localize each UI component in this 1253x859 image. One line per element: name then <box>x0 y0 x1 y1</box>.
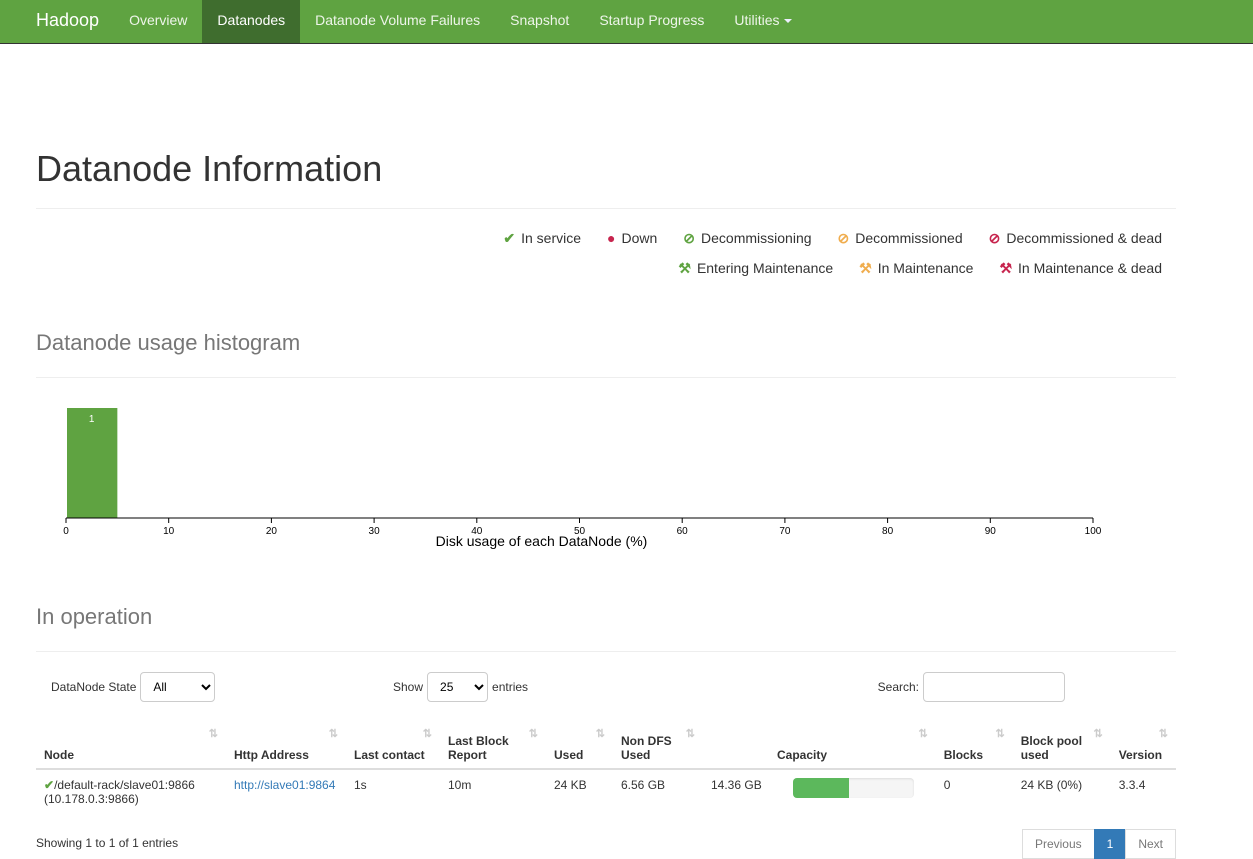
legend-item: ✔ In service <box>503 230 581 247</box>
ban-icon: ⊘ <box>837 230 850 246</box>
legend-label: Decommissioned & dead <box>1006 230 1162 246</box>
node-cell: ✔/default-rack/slave01:9866 (10.178.0.3:9… <box>44 778 195 806</box>
used: 24 KB <box>554 778 587 792</box>
page-length-select[interactable]: 25 <box>427 672 489 702</box>
check-icon: ✔ <box>503 230 516 246</box>
non-dfs-used: 6.56 GB <box>621 778 666 792</box>
state-label: DataNode State <box>51 680 137 694</box>
sort-icon: ⇅ <box>528 728 538 740</box>
divider <box>36 208 1176 209</box>
col-last-block-report[interactable]: Last Block Report ⇅ <box>440 721 546 770</box>
operation-heading: In operation <box>36 604 153 629</box>
wrench-icon: ⚒ <box>859 260 872 276</box>
nav-startup-progress[interactable]: Startup Progress <box>584 0 719 43</box>
entries-label: entries <box>492 680 529 694</box>
legend-label: In Maintenance <box>877 260 974 276</box>
block-pool-used: 24 KB (0%) <box>1020 778 1083 792</box>
sort-icon: ⇅ <box>208 728 218 740</box>
search-label: Search: <box>877 680 919 694</box>
http-address-link[interactable]: http://slave01:9864 <box>234 778 335 792</box>
capacity-bar-cell <box>785 769 936 814</box>
x-tick-label: 10 <box>163 526 175 537</box>
blocks: 0 <box>943 778 951 792</box>
nav-utilities[interactable]: Utilities <box>719 0 806 43</box>
x-tick-label: 100 <box>1085 526 1102 537</box>
divider <box>36 651 1176 652</box>
state-select[interactable]: All <box>140 672 216 702</box>
table-info: Showing 1 to 1 of 1 entries <box>36 836 179 850</box>
brand[interactable]: Hadoop <box>21 0 114 43</box>
ban-icon: ⊘ <box>988 230 1001 246</box>
legend-item: ⊘ Decommissioned <box>838 230 963 247</box>
col-blocks[interactable]: Blocks ⇅ <box>935 721 1013 770</box>
ban-icon: ⊘ <box>683 230 696 246</box>
table-row: ✔/default-rack/slave01:9866 (10.178.0.3:9… <box>36 769 1176 814</box>
x-tick-label: 0 <box>63 526 69 537</box>
show-label: Show <box>393 680 424 694</box>
exclamation-circle-icon: ● <box>607 230 616 246</box>
capacity: 14.36 GB <box>711 778 762 792</box>
legend-item: ⚒ In Maintenance & dead <box>999 260 1162 277</box>
col-last-contact[interactable]: Last contact ⇅ <box>346 721 440 770</box>
sort-icon: ⇅ <box>328 728 338 740</box>
col-capacity[interactable]: Capacity ⇅ <box>703 721 936 770</box>
legend-label: In Maintenance & dead <box>1018 260 1162 276</box>
legend-item: ⊘ Decommissioned & dead <box>989 230 1162 247</box>
col-non-dfs-used[interactable]: Non DFS Used ⇅ <box>613 721 703 770</box>
x-tick-label: 20 <box>266 526 278 537</box>
legend-item: ● Down <box>607 230 657 247</box>
nav-utilities-label: Utilities <box>734 12 780 28</box>
sort-icon: ⇅ <box>1158 728 1168 740</box>
legend-item: ⚒ Entering Maintenance <box>678 260 833 277</box>
col-block-pool-used[interactable]: Block pool used ⇅ <box>1012 721 1111 770</box>
legend-label: Down <box>621 230 658 246</box>
x-tick-label: 30 <box>369 526 381 537</box>
last-block-report: 10m <box>448 778 472 792</box>
sort-icon: ⇅ <box>995 728 1005 740</box>
wrench-icon: ⚒ <box>678 260 691 276</box>
histogram-heading: Datanode usage histogram <box>36 330 301 355</box>
x-tick-label: 70 <box>779 526 791 537</box>
legend-item: ⊘ Decommissioning <box>683 230 811 247</box>
legend-label: Decommissioning <box>701 230 812 246</box>
col-used[interactable]: Used ⇅ <box>546 721 613 770</box>
divider <box>36 377 1176 378</box>
navbar: Hadoop Overview Datanodes Datanode Volum… <box>0 0 1253 44</box>
col-node[interactable]: Node ⇅ <box>36 721 226 770</box>
bar-label: 1 <box>89 414 95 425</box>
caret-down-icon <box>783 19 792 24</box>
page-title: Datanode Information <box>36 148 383 189</box>
capacity-progress-bar <box>793 778 914 798</box>
nav-volume-failures[interactable]: Datanode Volume Failures <box>300 0 495 43</box>
x-tick-label: 90 <box>985 526 997 537</box>
sort-icon: ⇅ <box>1093 728 1103 740</box>
legend-label: In service <box>521 230 582 246</box>
sort-icon: ⇅ <box>918 728 928 740</box>
sort-icon: ⇅ <box>595 728 605 740</box>
in-service-check-icon: ✔ <box>44 778 55 792</box>
legend-label: Entering Maintenance <box>696 260 834 276</box>
legend-item: ⚒ In Maintenance <box>859 260 973 277</box>
sort-icon: ⇅ <box>422 728 432 740</box>
usage-histogram: 10 10 20 30 40 50 60 70 80 90 100Disk usage of eac… <box>63 408 1102 549</box>
x-tick-label: 60 <box>677 526 689 537</box>
wrench-icon: ⚒ <box>999 260 1012 276</box>
x-tick-label: 80 <box>882 526 894 537</box>
x-axis-label: Disk usage of each DataNode (%) <box>436 533 648 549</box>
version: 3.3.4 <box>1118 778 1146 792</box>
datanode-table: Node ⇅ Http Address ⇅ Last contact ⇅ Last B… <box>36 721 1176 814</box>
nav-datanodes[interactable]: Datanodes <box>202 0 301 43</box>
col-version[interactable]: Version ⇅ <box>1110 721 1176 770</box>
last-contact: 1s <box>354 778 367 792</box>
search-input[interactable] <box>923 672 1065 702</box>
nav-overview[interactable]: Overview <box>114 0 202 43</box>
sort-icon: ⇅ <box>685 728 695 740</box>
legend-label: Decommissioned <box>855 230 963 246</box>
nav-snapshot[interactable]: Snapshot <box>495 0 584 43</box>
col-http[interactable]: Http Address ⇅ <box>226 721 346 770</box>
